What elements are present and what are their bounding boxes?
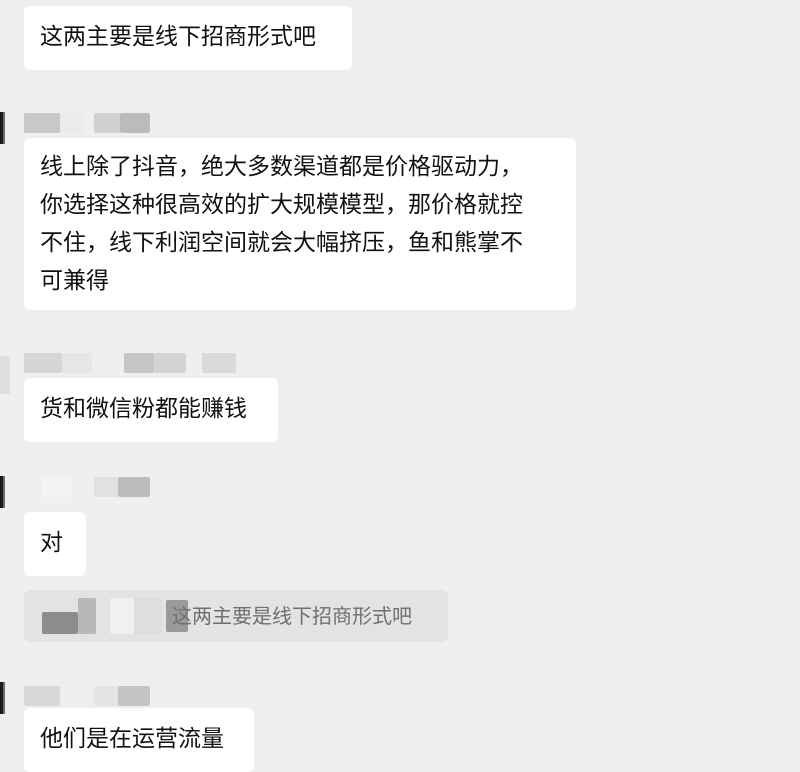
avatar[interactable] — [0, 112, 10, 144]
avatar[interactable] — [0, 682, 10, 714]
avatar[interactable] — [0, 476, 10, 508]
sender-name-redacted — [24, 353, 236, 373]
message-text: 货和微信粉都能赚钱 — [40, 396, 247, 422]
avatar[interactable] — [0, 356, 16, 394]
message-bubble[interactable]: 对 — [24, 512, 86, 576]
message-bubble[interactable]: 货和微信粉都能赚钱 — [24, 378, 278, 442]
message-bubble[interactable]: 他们是在运营流量 — [24, 708, 254, 772]
chat-window: 这两主要是线下招商形式吧 线上除了抖音，绝大多数渠道都是价格驱动力， 你选择这种… — [0, 0, 800, 772]
sender-name-redacted — [24, 686, 150, 706]
message-text-line: 不住，线下利润空间就会大幅挤压，鱼和熊掌不 — [40, 230, 523, 256]
quoted-message[interactable]: 这两主要是线下招商形式吧 — [24, 590, 448, 642]
message-bubble[interactable]: 这两主要是线下招商形式吧 — [24, 6, 352, 70]
message-text-line: 可兼得 — [40, 268, 109, 294]
sender-name-redacted — [24, 113, 150, 133]
sender-name-redacted — [24, 477, 150, 497]
message-text: 这两主要是线下招商形式吧 — [40, 24, 316, 50]
message-text: 他们是在运营流量 — [40, 726, 224, 752]
message-bubble[interactable]: 线上除了抖音，绝大多数渠道都是价格驱动力， 你选择这种很高效的扩大规模模型，那价… — [24, 138, 576, 310]
quoted-text: 这两主要是线下招商形式吧 — [172, 604, 412, 628]
message-text-line: 线上除了抖音，绝大多数渠道都是价格驱动力， — [40, 154, 523, 180]
message-text-line: 你选择这种很高效的扩大规模模型，那价格就控 — [40, 192, 523, 218]
message-text: 对 — [40, 530, 63, 556]
